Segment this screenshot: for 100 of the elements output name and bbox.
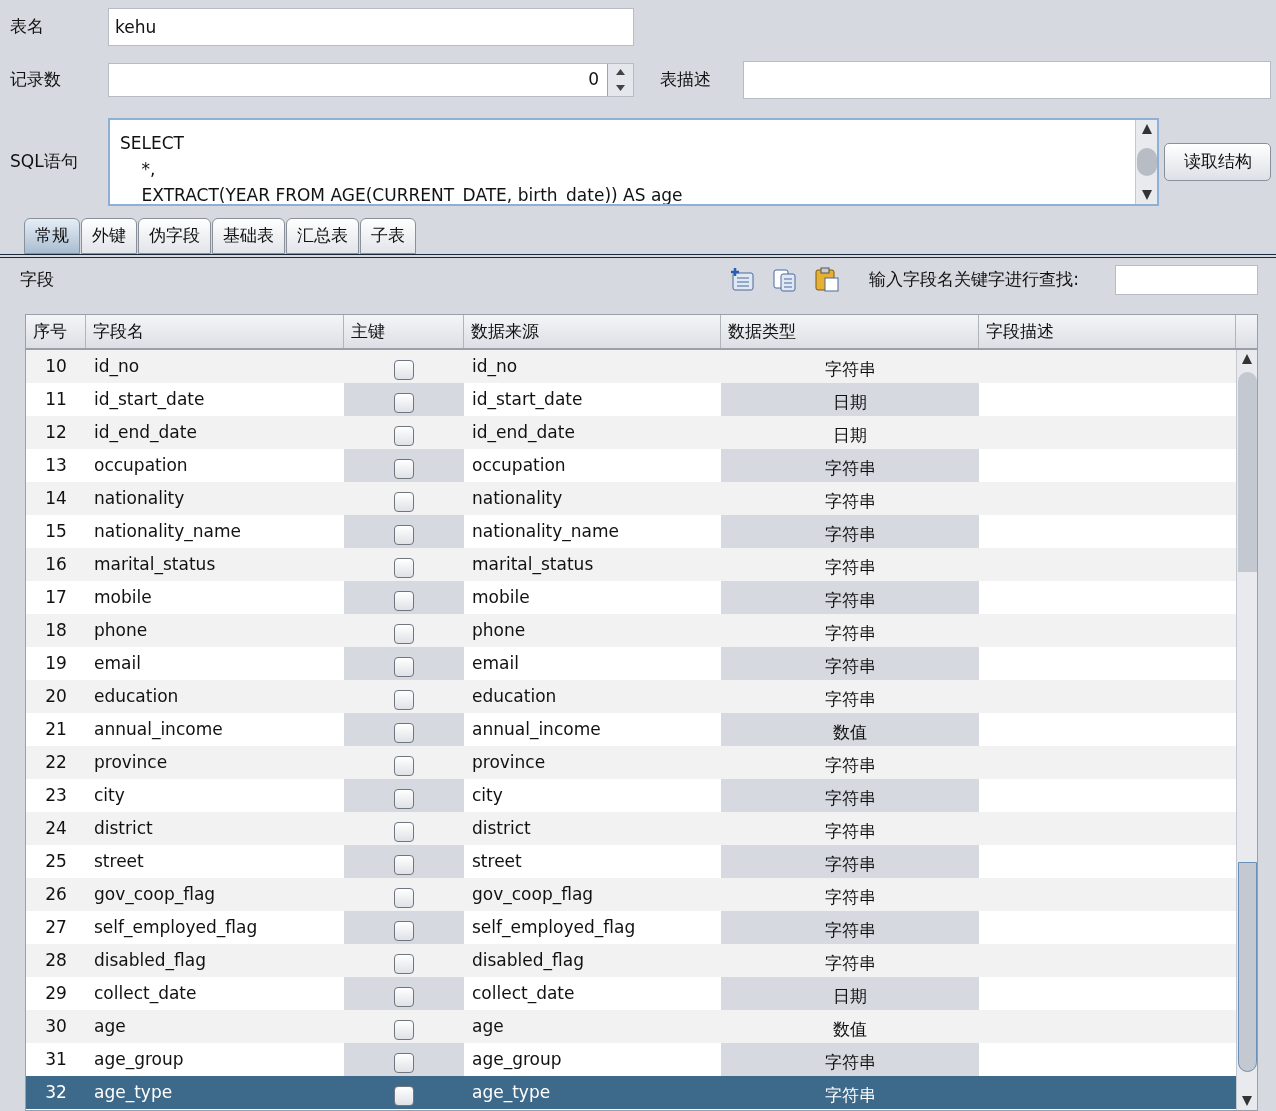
table-row[interactable]: 14 nationality nationality 字符串	[26, 482, 1236, 515]
data-type-cell-text: 数值	[832, 1017, 868, 1041]
down-arrow-icon[interactable]	[1242, 1096, 1252, 1106]
primary-key-checkbox[interactable]	[394, 722, 414, 743]
scrollbar-thumb[interactable]	[1136, 148, 1157, 176]
primary-key-checkbox[interactable]	[394, 1085, 414, 1106]
primary-key-checkbox[interactable]	[394, 458, 414, 479]
data-type-cell-text: 字符串	[823, 357, 877, 381]
table-row[interactable]: 26 gov_coop_flag gov_coop_flag 字符串	[26, 878, 1236, 911]
tab[interactable]: 汇总表	[286, 218, 359, 254]
primary-key-checkbox[interactable]	[394, 755, 414, 776]
column-header[interactable]: 数据来源	[464, 315, 721, 348]
row-number: 20	[44, 684, 68, 708]
primary-key-checkbox[interactable]	[394, 953, 414, 974]
primary-key-checkbox[interactable]	[394, 524, 414, 545]
scrollbar-thumb[interactable]	[1237, 862, 1257, 1072]
data-source-cell-text: age_type	[471, 1080, 552, 1105]
field-name-cell-text: nationality_name	[93, 519, 243, 544]
search-field[interactable]	[1115, 265, 1258, 295]
primary-key-checkbox[interactable]	[394, 788, 414, 809]
description-field[interactable]	[743, 61, 1271, 99]
data-source-cell-text: gov_coop_flag	[471, 882, 595, 907]
data-type-cell-text: 字符串	[823, 621, 877, 645]
primary-key-checkbox[interactable]	[394, 920, 414, 941]
primary-key-checkbox[interactable]	[394, 623, 414, 644]
table-name-label: 表名	[9, 15, 45, 39]
data-type-cell: 字符串	[721, 911, 979, 944]
column-header[interactable]: 序号	[26, 315, 86, 348]
primary-key-checkbox[interactable]	[394, 689, 414, 710]
table-row[interactable]: 12 id_end_date id_end_date 日期	[26, 416, 1236, 449]
field-name-cell-text: street	[93, 849, 145, 873]
primary-key-checkbox[interactable]	[394, 887, 414, 908]
table-row[interactable]: 16 marital_status marital_status 字符串	[26, 548, 1236, 581]
row-number: 19	[44, 651, 68, 675]
table-row[interactable]: 24 district district 字符串	[26, 812, 1236, 845]
primary-key-checkbox[interactable]	[394, 425, 414, 446]
table-row[interactable]: 20 education education 字符串	[26, 680, 1236, 713]
row-number: 30	[44, 1014, 68, 1038]
up-arrow-icon[interactable]	[1242, 354, 1252, 364]
row-number: 22	[44, 750, 68, 774]
field-name-cell-text: id_end_date	[93, 420, 198, 445]
field-name-cell-text: phone	[93, 618, 149, 642]
row-number: 31	[44, 1047, 68, 1071]
table-name-field[interactable]: kehu	[108, 8, 634, 46]
primary-key-checkbox[interactable]	[394, 821, 414, 842]
table-row[interactable]: 32 age_type age_type 字符串	[26, 1076, 1236, 1109]
scrollbar[interactable]	[1135, 120, 1157, 204]
read-structure-button[interactable]: 读取结构	[1164, 143, 1271, 181]
primary-key-checkbox[interactable]	[394, 1019, 414, 1040]
up-arrow-icon[interactable]	[616, 69, 625, 75]
primary-key-checkbox[interactable]	[394, 359, 414, 380]
data-source-cell-text: province	[471, 750, 547, 774]
table-row[interactable]: 18 phone phone 字符串	[26, 614, 1236, 647]
data-source-cell-text: email	[471, 651, 520, 675]
primary-key-checkbox[interactable]	[394, 491, 414, 512]
tab[interactable]: 外键	[81, 218, 137, 254]
table-row[interactable]: 28 disabled_flag disabled_flag 字符串	[26, 944, 1236, 977]
column-header[interactable]: 主键	[344, 315, 464, 348]
column-header[interactable]: 字段名	[86, 315, 344, 348]
data-type-cell: 日期	[721, 383, 979, 416]
data-source-cell-text: collect_date	[471, 981, 576, 1006]
up-arrow-icon[interactable]	[1141, 124, 1152, 134]
data-source-cell-text: street	[471, 849, 523, 873]
column-header[interactable]: 数据类型	[721, 315, 979, 348]
column-header[interactable]: 字段描述	[979, 315, 1236, 348]
row-number: 10	[44, 354, 68, 378]
primary-key-checkbox[interactable]	[394, 854, 414, 875]
data-source-cell-text: age	[471, 1014, 505, 1038]
primary-key-checkbox[interactable]	[394, 557, 414, 578]
primary-key-checkbox[interactable]	[394, 590, 414, 611]
tab[interactable]: 基础表	[212, 218, 285, 254]
tab[interactable]: 常规	[24, 218, 80, 254]
data-source-cell-text: education	[471, 684, 558, 708]
table-row[interactable]: 30 age age 数值	[26, 1010, 1236, 1043]
down-arrow-icon[interactable]	[1141, 190, 1152, 200]
scrollbar[interactable]	[1236, 350, 1257, 1110]
table-row[interactable]: 10 id_no id_no 字符串	[26, 350, 1236, 383]
scrollbar-thumb[interactable]	[1237, 372, 1257, 572]
data-type-cell: 字符串	[721, 581, 979, 614]
down-arrow-icon[interactable]	[616, 85, 625, 91]
record-count-spinner[interactable]: 0	[108, 63, 634, 97]
data-type-cell: 数值	[721, 713, 979, 746]
primary-key-checkbox[interactable]	[394, 986, 414, 1007]
primary-key-checkbox[interactable]	[394, 1052, 414, 1073]
row-number: 23	[44, 783, 68, 807]
table-row[interactable]: 22 province province 字符串	[26, 746, 1236, 779]
primary-key-checkbox[interactable]	[394, 656, 414, 677]
data-type-cell-text: 日期	[832, 423, 868, 447]
primary-key-checkbox[interactable]	[394, 392, 414, 413]
data-source-cell-text: marital_status	[471, 552, 595, 577]
field-name-cell-text: mobile	[93, 585, 153, 609]
row-number: 12	[44, 420, 68, 444]
row-number: 27	[44, 915, 68, 939]
paste-icon[interactable]	[813, 267, 842, 293]
field-name-cell-text: age_group	[93, 1047, 185, 1072]
field-name-cell-text: age	[93, 1014, 127, 1038]
tab[interactable]: 伪字段	[138, 218, 211, 254]
tab[interactable]: 子表	[360, 218, 416, 254]
field-name-cell-text: collect_date	[93, 981, 198, 1006]
field-name-cell-text: district	[93, 816, 154, 840]
